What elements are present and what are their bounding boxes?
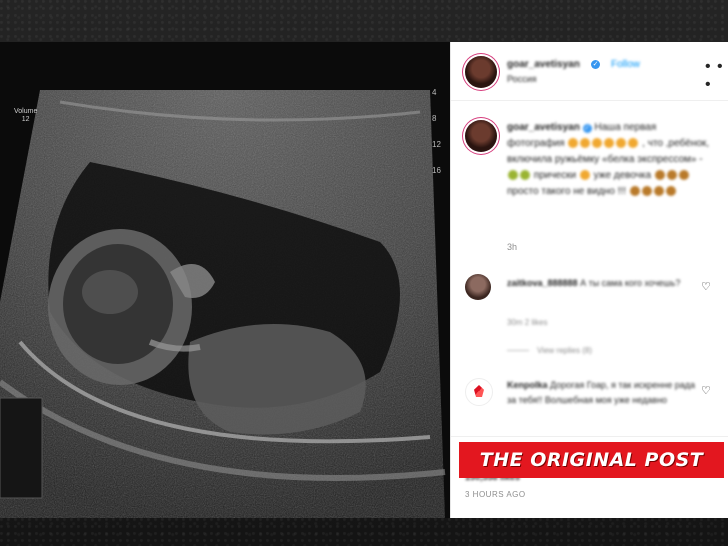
original-post-banner: THE ORIGINAL POST [459,442,724,478]
post-timestamp: 3 HOURS AGO [465,490,526,499]
comment-text: zaitkova_888888 А ты сама кого хочешь? [507,276,702,291]
comment-username[interactable]: Kenpolka [507,380,548,390]
depth-mark: 4 [432,88,437,97]
caption-part: уже девочка [593,170,652,181]
ultrasound-image [0,90,446,518]
location-link[interactable]: Россия [507,74,537,84]
comment-text: Kenpolka Дорогая Гоар, я так искренне ра… [507,378,702,408]
view-replies-link[interactable]: View replies (8) [507,346,592,355]
comment-like-heart-icon[interactable]: ♡ [701,280,711,293]
emoji-icon [665,186,676,197]
header-username[interactable]: goar_avetisyan [507,59,580,70]
comment-avatar[interactable] [465,274,491,300]
caption-part: просто такого не видно !!! [507,186,626,197]
emoji-icon [678,170,689,181]
verified-badge-icon: ✓ [591,60,600,69]
emoji-icon [628,138,639,149]
profile-avatar[interactable] [465,56,497,88]
caption-username[interactable]: goar_avetisyan [507,122,580,133]
emoji-icon [520,170,530,181]
emoji-icon [580,138,591,149]
ultrasound-depth-marks: 4 8 12 16 [432,80,446,184]
comment-like-heart-icon[interactable]: ♡ [701,384,711,397]
verified-badge-icon: ✓ [582,124,592,133]
emoji-icon [629,186,640,197]
depth-mark: 8 [432,114,437,123]
emoji-icon [604,138,615,149]
post-header: goar_avetisyan ✓ Follow Россия • • • [451,42,728,101]
depth-mark: 12 [432,140,441,149]
more-options-icon[interactable]: • • • [705,58,728,94]
depth-mark: 16 [432,166,441,175]
comment-username[interactable]: zaitkova_888888 [507,278,578,288]
follow-button[interactable]: Follow [611,59,640,70]
caption-text: goar_avetisyan ✓ Наша первая фотография … [507,120,712,200]
comment-meta: 30m 2 likes [507,318,548,327]
ultrasound-volume-label: Volume 12 [14,108,38,123]
emoji-icon [666,170,677,181]
caption-avatar[interactable] [465,120,497,152]
emoji-icon [568,138,579,149]
ultrasound-photo: Volume 12 4 8 12 16 [0,42,450,518]
emoji-icon [508,170,518,181]
comment-body: А ты сама кого хочешь? [580,278,681,288]
emoji-icon [653,186,664,197]
emoji-icon [654,170,665,181]
caption-timestamp: 3h [507,242,518,252]
emoji-icon [616,138,627,149]
emoji-icon [641,186,652,197]
emoji-icon [592,138,603,149]
comment-avatar[interactable] [465,378,493,406]
emoji-icon [579,170,590,181]
caption-part: прически [533,170,577,181]
